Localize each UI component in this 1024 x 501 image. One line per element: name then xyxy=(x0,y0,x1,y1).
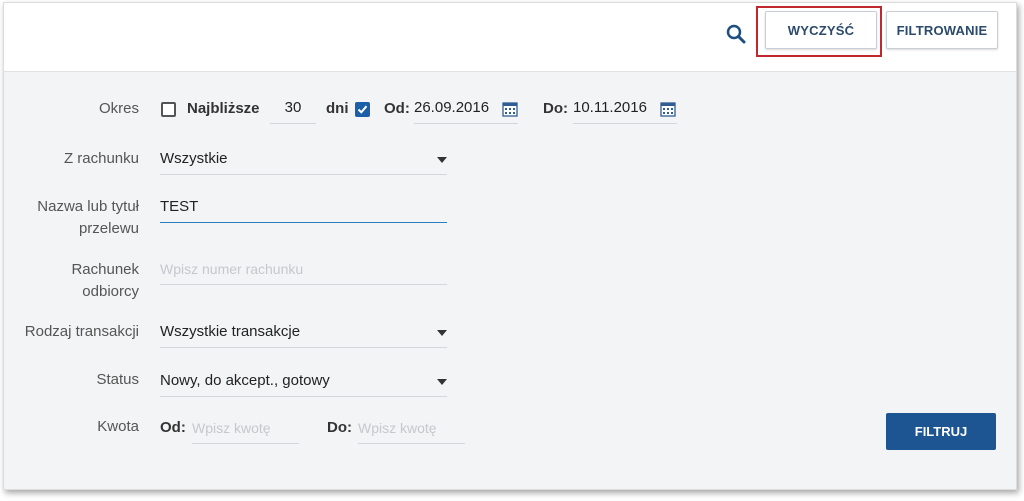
title-label: Nazwa lub tytuł przelewu xyxy=(37,196,139,240)
chevron-down-icon[interactable] xyxy=(437,379,447,385)
date-from-label: Od: xyxy=(384,100,410,117)
range-checkbox[interactable] xyxy=(355,102,370,117)
date-from-underline xyxy=(414,123,518,124)
account-select-value: Wszystkie xyxy=(160,150,228,167)
date-to-underline xyxy=(573,123,677,124)
chevron-down-icon[interactable] xyxy=(437,330,447,336)
date-to-label: Do: xyxy=(543,100,568,117)
account-select[interactable]: Wszystkie xyxy=(160,145,447,175)
days-unit: dni xyxy=(326,100,349,117)
type-label: Rodzaj transakcji xyxy=(24,323,139,340)
filter-window: WYCZYŚĆ FILTROWANIE Okres Najbliższe 30 … xyxy=(3,2,1017,490)
amount-from-input[interactable]: Wpisz kwotę xyxy=(192,414,299,444)
status-label: Status xyxy=(96,371,139,388)
status-select-value: Nowy, do akcept., gotowy xyxy=(160,372,330,389)
toolbar: WYCZYŚĆ FILTROWANIE xyxy=(4,3,1016,72)
recipient-label-line2: odbiorcy xyxy=(82,283,139,300)
recipient-label-line1: Rachunek xyxy=(71,261,139,278)
title-label-line1: Nazwa lub tytuł xyxy=(37,198,139,215)
calendar-icon[interactable] xyxy=(502,101,518,117)
chevron-down-icon[interactable] xyxy=(437,157,447,163)
account-label: Z rachunku xyxy=(63,150,139,167)
filter-panel: Okres Najbliższe 30 dni Od: 26.09.2016 D… xyxy=(4,72,1016,489)
filter-submit-button[interactable]: FILTRUJ xyxy=(886,413,996,450)
filter-submit-label: FILTRUJ xyxy=(914,424,968,439)
transaction-type-select[interactable]: Wszystkie transakcje xyxy=(160,318,447,348)
nearest-checkbox[interactable] xyxy=(161,102,176,117)
highlight-box xyxy=(756,6,882,57)
recipient-account-input[interactable]: Wpisz numer rachunku xyxy=(160,255,447,285)
nearest-label: Najbliższe xyxy=(187,100,260,117)
check-icon xyxy=(357,105,368,114)
amount-to-label: Do: xyxy=(327,419,352,436)
transaction-type-value: Wszystkie transakcje xyxy=(160,323,301,340)
days-input[interactable]: 30 xyxy=(270,94,316,124)
status-select[interactable]: Nowy, do akcept., gotowy xyxy=(160,367,447,397)
filtering-button-label: FILTROWANIE xyxy=(896,22,988,38)
calendar-icon[interactable] xyxy=(660,101,676,117)
recipient-label: Rachunek odbiorcy xyxy=(71,259,139,303)
title-label-line2: przelewu xyxy=(78,220,139,237)
amount-to-input[interactable]: Wpisz kwotę xyxy=(358,414,465,444)
amount-label: Kwota xyxy=(97,418,139,435)
period-label: Okres xyxy=(98,100,139,117)
amount-from-label: Od: xyxy=(160,419,186,436)
filtering-toggle-button[interactable]: FILTROWANIE xyxy=(886,11,998,49)
title-input[interactable]: TEST xyxy=(160,193,447,223)
search-icon[interactable] xyxy=(725,23,747,45)
